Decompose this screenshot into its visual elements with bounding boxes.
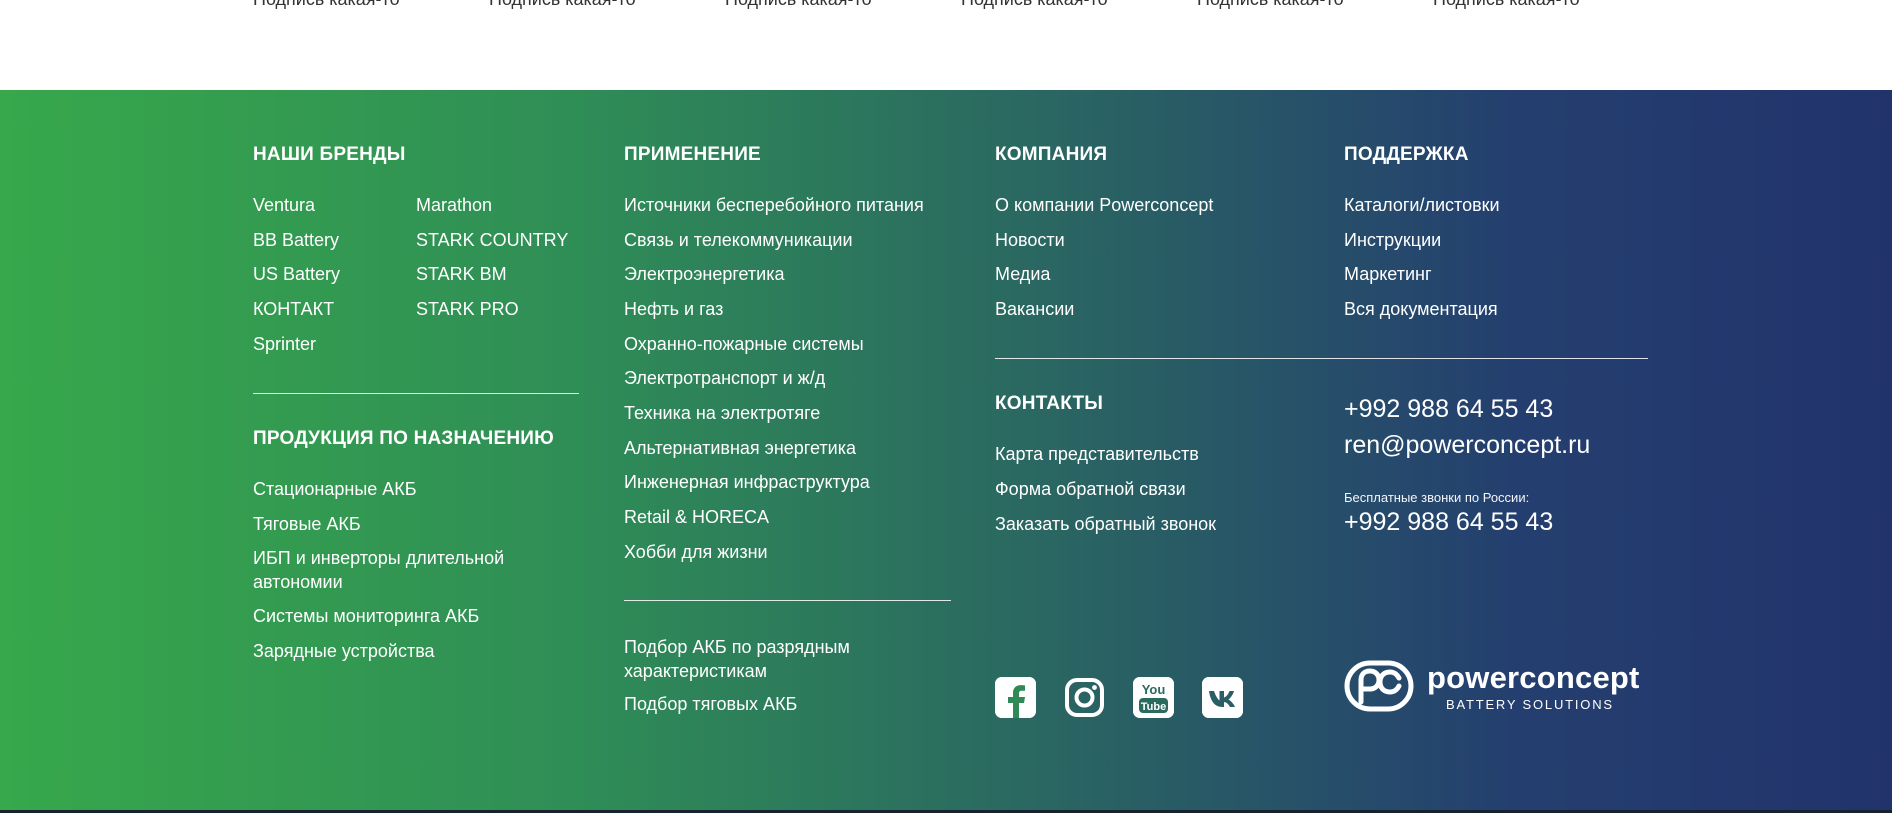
application-link[interactable]: Retail & HORECA [624,505,769,529]
application-link[interactable]: Связь и телекоммуникации [624,228,853,252]
brand-link-bb-battery[interactable]: BB Battery [253,228,339,252]
brands-heading: НАШИ БРЕНДЫ [253,144,406,165]
logo-mark-icon [1344,660,1414,712]
contacts-link-feedback[interactable]: Форма обратной связи [995,477,1186,501]
instagram-glyph [1065,678,1104,717]
product-link-ups-inverters[interactable]: ИБП и инверторы длительной автономии [253,546,543,594]
battery-selection-discharge-link[interactable]: Подбор АКБ по разрядным характеристикам [624,635,914,683]
logo-wordmark: powerconcept [1427,660,1640,695]
product-link-stationary[interactable]: Стационарные АКБ [253,477,417,501]
logo-tagline: BATTERY SOLUTIONS [1446,697,1614,712]
support-link-catalogs[interactable]: Каталоги/листовки [1344,193,1500,217]
free-phone[interactable]: +992 988 64 55 43 [1344,507,1553,537]
vk-icon[interactable] [1202,677,1243,718]
support-link-all-docs[interactable]: Вся документация [1344,297,1498,321]
image-caption: Подпись какая-то [725,0,872,9]
application-heading: ПРИМЕНЕНИЕ [624,144,761,165]
application-link[interactable]: Альтернативная энергетика [624,436,856,460]
image-caption: Подпись какая-то [1197,0,1344,9]
free-calls-label: Бесплатные звонки по России: [1344,490,1530,505]
contact-phone[interactable]: +992 988 64 55 43 [1344,394,1553,424]
support-link-instructions[interactable]: Инструкции [1344,228,1441,252]
image-caption: Подпись какая-то [489,0,636,9]
top-strip: Подпись какая-то Подпись какая-то Подпис… [0,0,1892,90]
products-heading: ПРОДУКЦИЯ ПО НАЗНАЧЕНИЮ [253,428,554,449]
company-heading: КОМПАНИЯ [995,144,1108,165]
image-caption: Подпись какая-то [253,0,400,9]
application-link[interactable]: Хобби для жизни [624,540,768,564]
brand-link-stark-pro[interactable]: STARK PRO [416,297,519,321]
battery-selection-traction-link[interactable]: Подбор тяговых АКБ [624,692,797,716]
facebook-icon[interactable] [995,677,1036,718]
contacts-heading: КОНТАКТЫ [995,393,1104,414]
support-link-marketing[interactable]: Маркетинг [1344,262,1432,286]
brand-link-stark-country[interactable]: STARK COUNTRY [416,228,568,252]
company-link-about[interactable]: О компании Powerconcept [995,193,1213,217]
company-link-vacancies[interactable]: Вакансии [995,297,1074,321]
support-heading: ПОДДЕРЖКА [1344,144,1469,165]
company-support-divider [995,358,1648,359]
company-link-media[interactable]: Медиа [995,262,1050,286]
youtube-icon[interactable]: You Tube [1133,677,1174,718]
company-link-news[interactable]: Новости [995,228,1065,252]
application-link[interactable]: Инженерная инфраструктура [624,470,870,494]
youtube-text-bottom: Tube [1141,701,1166,713]
youtube-text-top: You [1142,682,1166,697]
brand-link-us-battery[interactable]: US Battery [253,262,340,286]
application-link[interactable]: Охранно-пожарные системы [624,332,864,356]
product-link-chargers[interactable]: Зарядные устройства [253,639,435,663]
application-link[interactable]: Нефть и газ [624,297,723,321]
brand-link-stark-bm[interactable]: STARK BM [416,262,507,286]
image-caption: Подпись какая-то [1433,0,1580,9]
contacts-link-callback[interactable]: Заказать обратный звонок [995,512,1216,536]
brand-link-marathon[interactable]: Marathon [416,193,492,217]
brands-divider [253,393,579,394]
contact-email[interactable]: ren@powerconcept.ru [1344,430,1590,460]
contacts-link-map[interactable]: Карта представительств [995,442,1199,466]
facebook-glyph [995,677,1036,718]
site-footer: НАШИ БРЕНДЫ Ventura BB Battery US Batter… [0,90,1892,813]
application-link[interactable]: Электроэнергетика [624,262,785,286]
youtube-glyph: You Tube [1133,677,1174,718]
instagram-icon[interactable] [1064,677,1105,718]
brand-link-ventura[interactable]: Ventura [253,193,315,217]
application-divider [624,600,951,601]
product-link-traction[interactable]: Тяговые АКБ [253,512,361,536]
product-link-monitoring[interactable]: Системы мониторинга АКБ [253,604,479,628]
brand-link-sprinter[interactable]: Sprinter [253,332,316,356]
brand-link-kontakt[interactable]: КОНТАКТ [253,297,334,321]
image-caption: Подпись какая-то [961,0,1108,9]
application-link[interactable]: Электротранспорт и ж/д [624,366,825,390]
powerconcept-logo[interactable]: powerconcept BATTERY SOLUTIONS [1344,660,1644,716]
application-link[interactable]: Источники бесперебойного питания [624,193,924,217]
vk-glyph [1202,677,1243,718]
application-link[interactable]: Техника на электротяге [624,401,820,425]
